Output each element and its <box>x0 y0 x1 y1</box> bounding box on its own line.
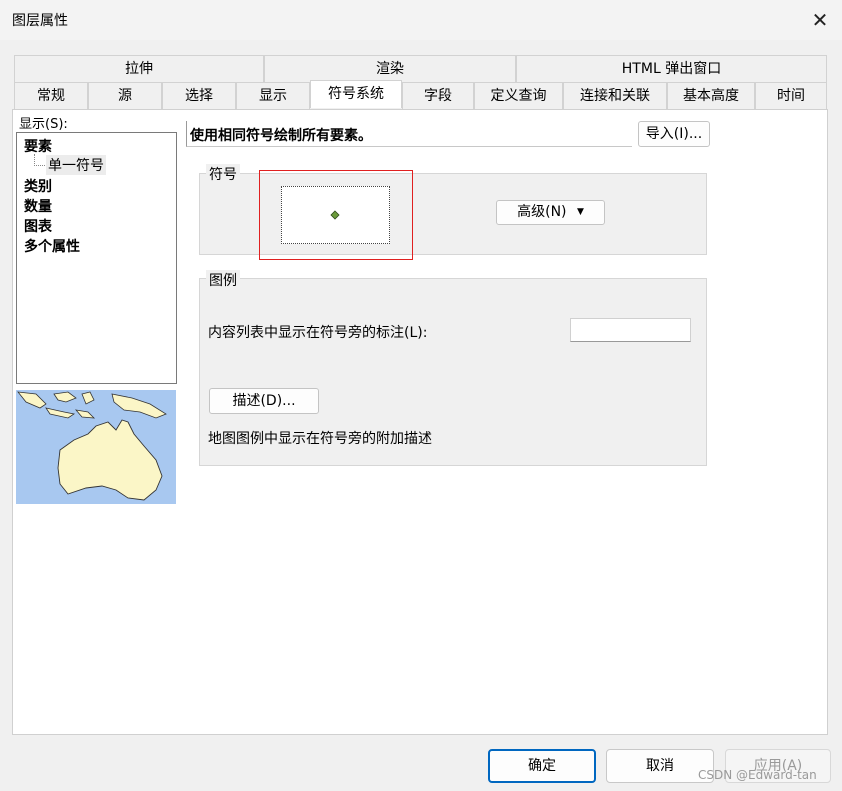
legend-label-text: 内容列表中显示在符号旁的标注(L): <box>208 325 428 341</box>
tree-item-multiple-attributes[interactable]: 多个属性 <box>24 236 80 256</box>
close-icon[interactable]: ✕ <box>806 6 834 34</box>
legend-description-text: 地图图例中显示在符号旁的附加描述 <box>208 431 432 447</box>
tab-label: HTML 弹出窗口 <box>621 61 722 77</box>
tab-rendering[interactable]: 渲染 <box>264 55 516 82</box>
tab-label: 连接和关联 <box>580 88 650 104</box>
tab-selection[interactable]: 选择 <box>162 82 236 109</box>
tab-label: 源 <box>118 88 132 104</box>
tab-label: 基本高度 <box>683 88 739 104</box>
tab-label: 常规 <box>37 88 65 104</box>
tab-symbology[interactable]: 符号系统 <box>310 80 402 108</box>
show-label: 显示(S): <box>19 117 68 132</box>
advanced-button-label: 高级(N) <box>517 204 567 220</box>
tab-fields[interactable]: 字段 <box>402 82 474 109</box>
describe-button[interactable]: 描述(D)... <box>209 388 319 414</box>
tab-html-popup[interactable]: HTML 弹出窗口 <box>516 55 827 82</box>
tab-definition-query[interactable]: 定义查询 <box>474 82 563 109</box>
window-title: 图层属性 <box>12 13 68 29</box>
tree-item-features[interactable]: 要素 <box>24 136 52 156</box>
tab-label: 定义查询 <box>490 88 547 104</box>
tree-item-categories[interactable]: 类别 <box>24 176 52 196</box>
symbol-group-title: 符号 <box>206 164 240 184</box>
symbology-description: 使用相同符号绘制所有要素。 <box>186 121 632 147</box>
tab-source[interactable]: 源 <box>88 82 162 109</box>
tab-time[interactable]: 时间 <box>755 82 827 109</box>
tab-label: 字段 <box>424 88 452 104</box>
legend-group-title: 图例 <box>206 270 240 290</box>
tree-item-quantities[interactable]: 数量 <box>24 196 52 216</box>
tab-label: 符号系统 <box>328 86 384 102</box>
advanced-button[interactable]: 高级(N) ▼ <box>496 200 605 225</box>
import-button[interactable]: 导入(I)... <box>638 121 710 147</box>
tree-connector <box>34 154 45 166</box>
highlight-annotation-box <box>259 170 413 260</box>
title-bar <box>0 0 842 40</box>
ok-button[interactable]: 确定 <box>488 749 596 783</box>
tab-base-height[interactable]: 基本高度 <box>667 82 755 109</box>
tab-label: 时间 <box>777 88 805 104</box>
tab-extrusion[interactable]: 拉伸 <box>14 55 264 82</box>
tree-item-single-symbol[interactable]: 单一符号 <box>46 155 106 175</box>
map-preview-image <box>16 390 176 504</box>
tab-general[interactable]: 常规 <box>14 82 88 109</box>
tree-item-charts[interactable]: 图表 <box>24 216 52 236</box>
legend-label-input[interactable] <box>570 318 691 342</box>
watermark-text: CSDN @Edward-tan <box>698 768 817 782</box>
tab-label: 选择 <box>185 88 213 104</box>
tab-label: 显示 <box>259 88 287 104</box>
tab-label: 渲染 <box>376 61 404 77</box>
dropdown-arrow-icon: ▼ <box>576 207 584 217</box>
tab-label: 拉伸 <box>125 61 153 77</box>
tab-display[interactable]: 显示 <box>236 82 310 109</box>
show-tree: 要素 单一符号 类别 数量 图表 多个属性 <box>16 132 177 384</box>
tab-joins-relates[interactable]: 连接和关联 <box>563 82 667 109</box>
